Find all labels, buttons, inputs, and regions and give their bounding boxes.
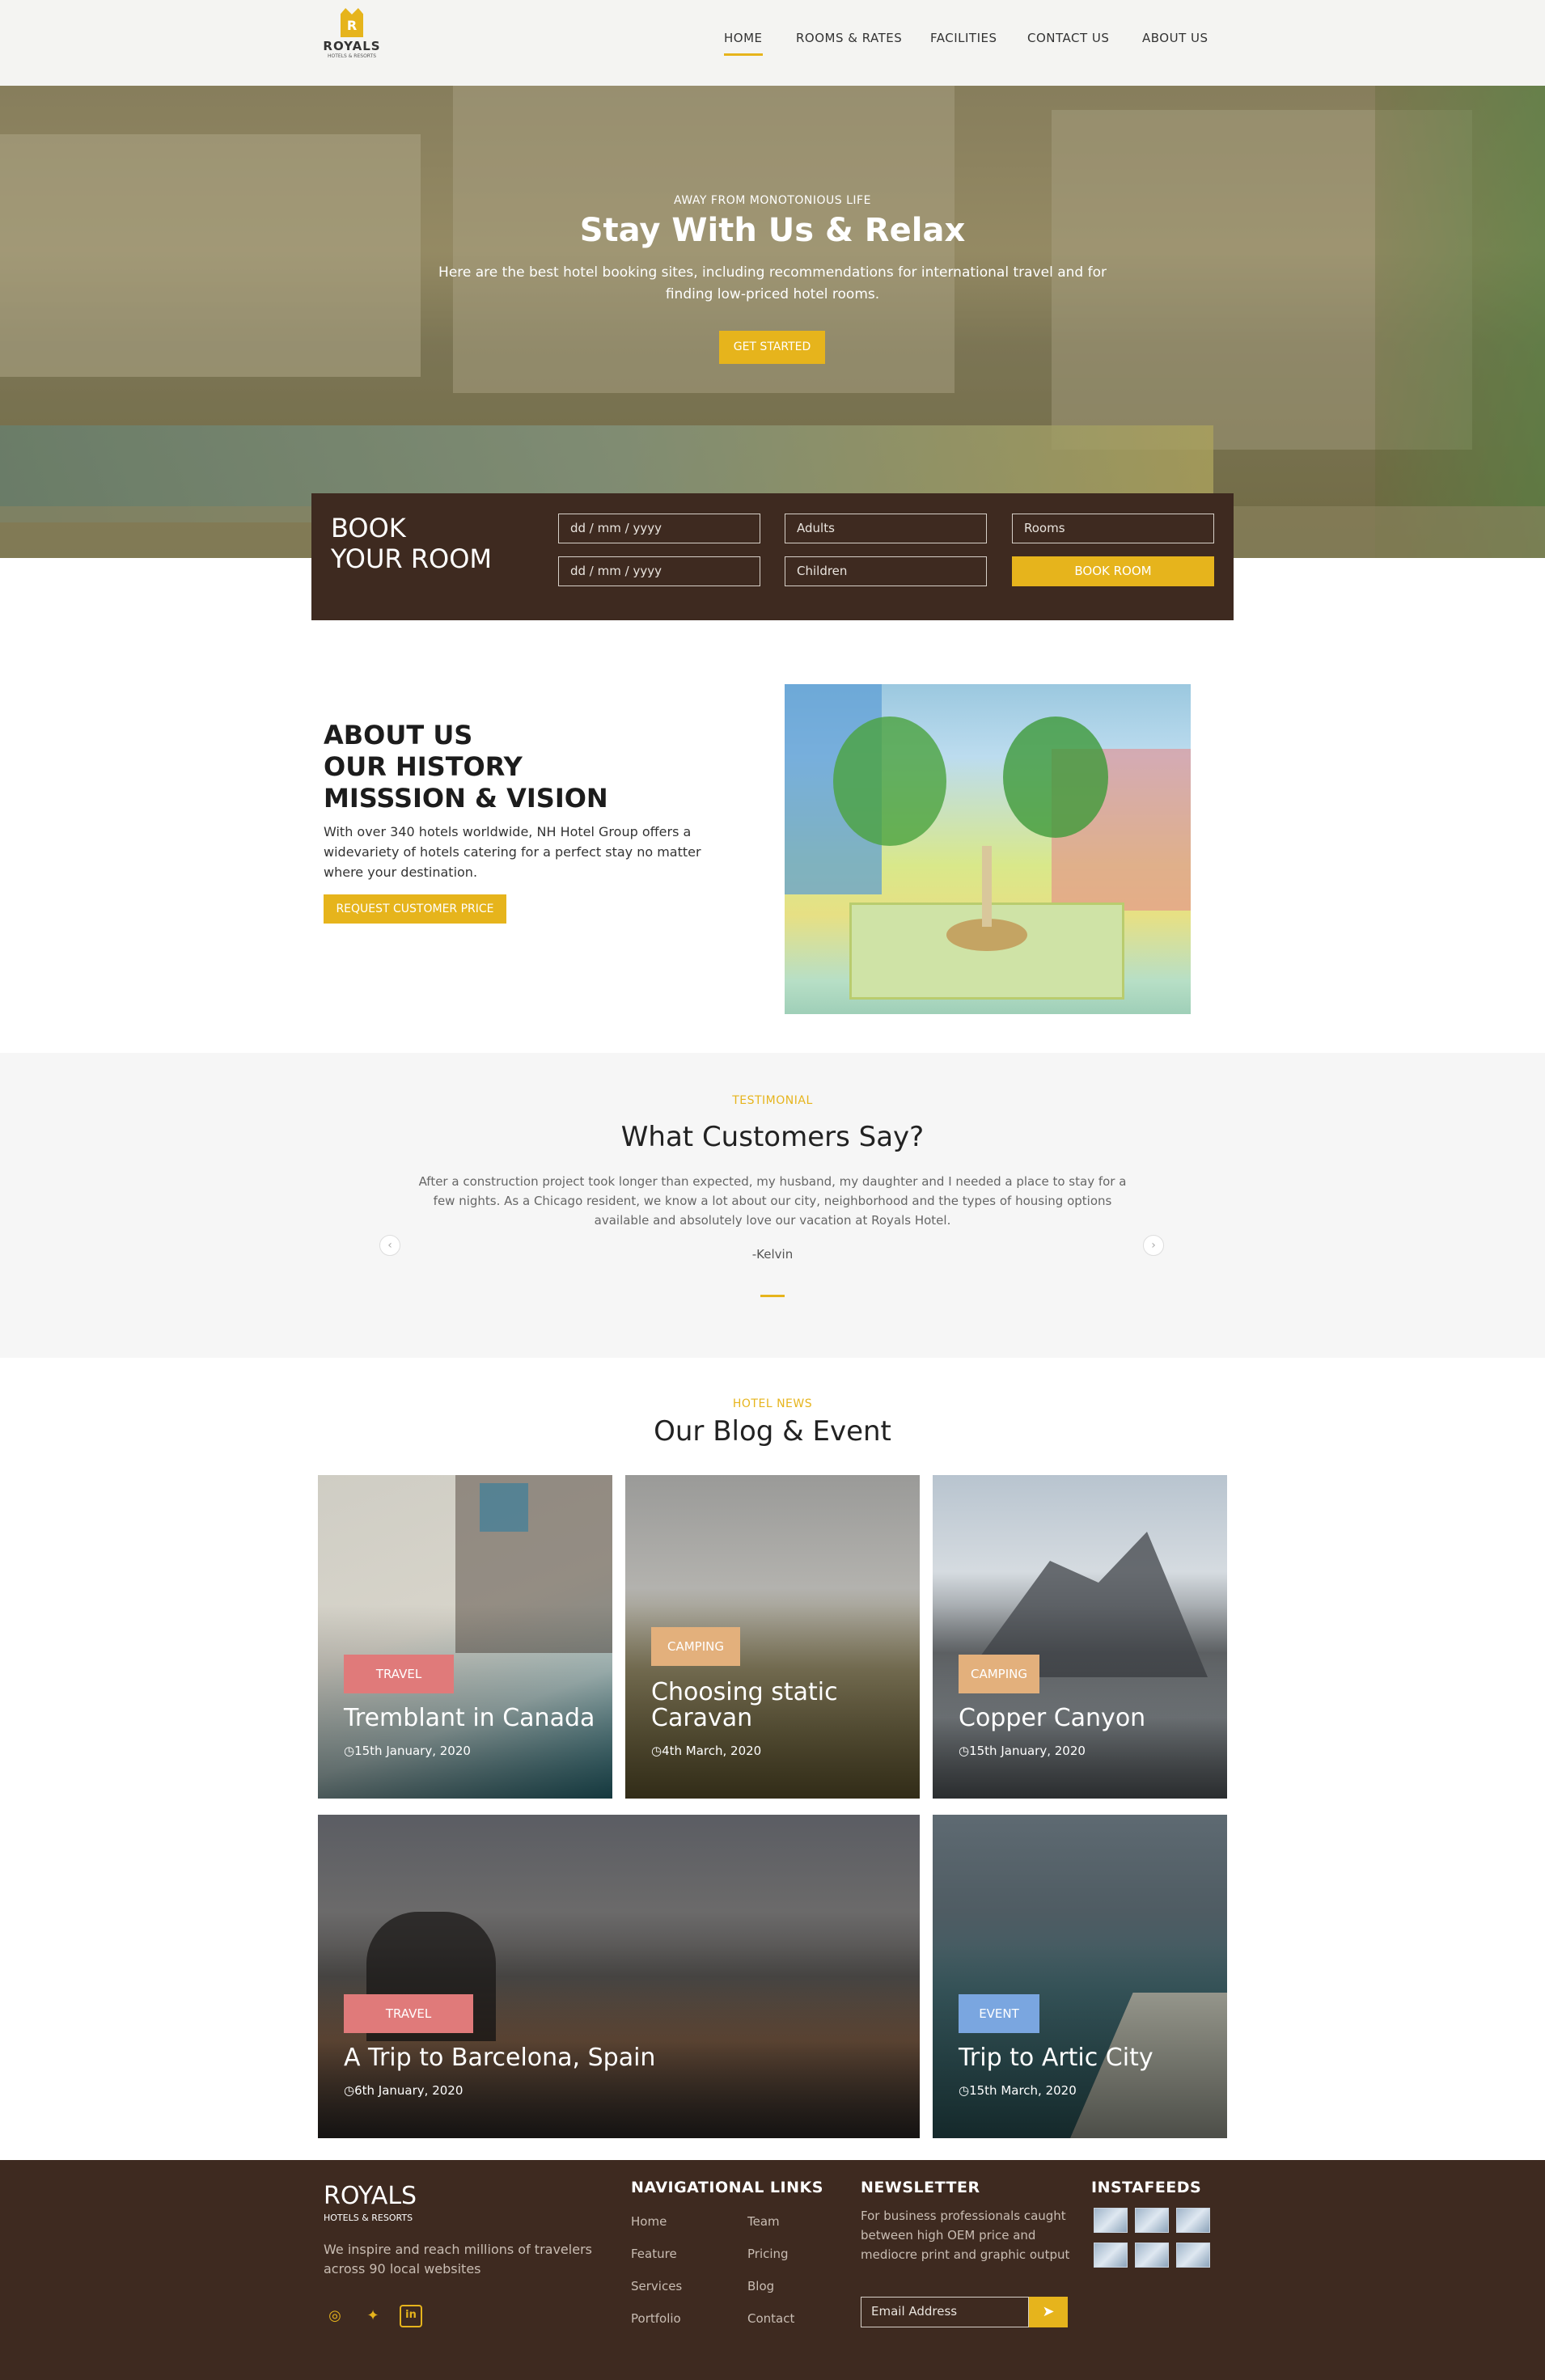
logo-name: ROYALS — [323, 39, 381, 53]
insta-thumb[interactable] — [1094, 2208, 1128, 2233]
hero-kicker: AWAY FROM MONOTONIOUS LIFE — [674, 194, 871, 207]
clock-icon: ◷ — [959, 1744, 970, 1758]
clock-icon: ◷ — [959, 2083, 970, 2098]
logo[interactable]: R ROYALS HOTELS & RESORTS — [322, 8, 382, 65]
nav-home[interactable]: HOME — [724, 31, 763, 56]
crown-icon: R — [341, 8, 363, 37]
footer-brand: ROYALS — [324, 2182, 417, 2210]
blog-card-date: ◷15th March, 2020 — [959, 2083, 1077, 2098]
footer-link-team[interactable]: Team — [747, 2214, 780, 2229]
next-arrow-icon[interactable]: › — [1143, 1235, 1164, 1256]
carousel-indicator[interactable] — [760, 1295, 785, 1297]
nav-contact-us[interactable]: CONTACT US — [1027, 31, 1109, 45]
insta-thumb[interactable] — [1135, 2243, 1169, 2268]
blog-card-title: A Trip to Barcelona, Spain — [344, 2044, 656, 2072]
blog-card[interactable]: CAMPING Copper Canyon ◷15th January, 202… — [933, 1475, 1227, 1799]
footer-link-pricing[interactable]: Pricing — [747, 2247, 789, 2261]
blog-card[interactable]: TRAVEL Tremblant in Canada ◷15th January… — [318, 1475, 612, 1799]
insta-thumb[interactable] — [1176, 2208, 1210, 2233]
footer-tagline: We inspire and reach millions of travele… — [324, 2242, 592, 2276]
testimonial-title: What Customers Say? — [620, 1121, 925, 1153]
blog-card-title: Choosing static Caravan — [651, 1678, 838, 1732]
footer-link-contact[interactable]: Contact — [747, 2311, 794, 2326]
blog-card-date: ◷15th January, 2020 — [344, 1744, 471, 1758]
newsletter-description: For business professionals caught betwee… — [861, 2209, 1070, 2262]
footer-link-feature[interactable]: Feature — [631, 2247, 677, 2261]
blog-card[interactable]: CAMPING Choosing static Caravan ◷4th Mar… — [625, 1475, 920, 1799]
nav-links-title: NAVIGATIONAL LINKS — [631, 2179, 823, 2196]
site-header — [0, 0, 1545, 86]
blog-tag: EVENT — [959, 1994, 1039, 2033]
blog-card[interactable]: EVENT Trip to Artic City ◷15th March, 20… — [933, 1815, 1227, 2138]
blog-card-title: Trip to Artic City — [959, 2044, 1153, 2072]
footer-link-home[interactable]: Home — [631, 2214, 667, 2229]
insta-thumb[interactable] — [1094, 2243, 1128, 2268]
linkedin-icon[interactable]: in — [400, 2305, 422, 2327]
about-heading: ABOUT US OUR HISTORY MISSSION & VISION — [324, 720, 608, 814]
newsletter-email-input[interactable]: Email Address — [861, 2297, 1029, 2327]
newsletter-title: NEWSLETTER — [861, 2179, 980, 2196]
rooms-input[interactable]: Rooms — [1012, 514, 1214, 543]
blog-kicker: HOTEL NEWS — [732, 1397, 813, 1410]
blog-card-title: Copper Canyon — [959, 1704, 1146, 1732]
insta-thumb[interactable] — [1176, 2243, 1210, 2268]
logo-subtitle: HOTELS & RESORTS — [327, 53, 377, 59]
blog-title: Our Blog & Event — [654, 1415, 891, 1448]
blog-tag: TRAVEL — [344, 1994, 473, 2033]
nav-rooms-rates[interactable]: ROOMS & RATES — [796, 31, 902, 45]
about-image — [785, 684, 1191, 1014]
hero-title: Stay With Us & Relax — [579, 212, 966, 249]
about-description: With over 340 hotels worldwide, NH Hotel… — [324, 824, 701, 880]
blog-card-date: ◷6th January, 2020 — [344, 2083, 464, 2098]
adults-input[interactable]: Adults — [785, 514, 987, 543]
get-started-button[interactable]: GET STARTED — [719, 331, 825, 364]
instafeeds-title: INSTAFEEDS — [1091, 2179, 1202, 2196]
footer-link-blog[interactable]: Blog — [747, 2279, 774, 2293]
blog-card-date: ◷15th January, 2020 — [959, 1744, 1086, 1758]
book-room-button[interactable]: BOOK ROOM — [1012, 556, 1214, 586]
footer-link-portfolio[interactable]: Portfolio — [631, 2311, 681, 2326]
hero-description: Here are the best hotel booking sites, i… — [438, 264, 1107, 302]
blog-card-title: Tremblant in Canada — [344, 1704, 595, 1732]
nav-facilities[interactable]: FACILITIES — [930, 31, 997, 45]
blog-tag: CAMPING — [651, 1627, 740, 1666]
insta-thumb[interactable] — [1135, 2208, 1169, 2233]
clock-icon: ◷ — [344, 1744, 355, 1758]
nav-about-us[interactable]: ABOUT US — [1142, 31, 1208, 45]
blog-tag: CAMPING — [959, 1655, 1039, 1693]
blog-card[interactable]: TRAVEL A Trip to Barcelona, Spain ◷6th J… — [318, 1815, 920, 2138]
request-price-button[interactable]: REQUEST CUSTOMER PRICE — [324, 894, 506, 924]
clock-icon: ◷ — [344, 2083, 355, 2098]
children-input[interactable]: Children — [785, 556, 987, 586]
testimonial-author: -Kelvin — [751, 1247, 794, 1262]
checkin-date-input[interactable]: dd / mm / yyyy — [558, 514, 760, 543]
blog-tag: TRAVEL — [344, 1655, 454, 1693]
clock-icon: ◷ — [651, 1744, 662, 1758]
instagram-icon[interactable]: ◎ — [323, 2305, 347, 2329]
booking-panel: BOOK YOUR ROOM dd / mm / yyyy dd / mm / y… — [311, 493, 1234, 620]
twitter-icon[interactable]: ✦ — [361, 2305, 385, 2329]
prev-arrow-icon[interactable]: ‹ — [379, 1235, 400, 1256]
booking-title: BOOK YOUR ROOM — [331, 513, 493, 574]
paper-plane-icon[interactable]: ➤ — [1029, 2297, 1068, 2327]
blog-card-date: ◷4th March, 2020 — [651, 1744, 762, 1758]
hero-banner — [0, 86, 1545, 558]
testimonial-quote: After a construction project took longer… — [418, 1174, 1127, 1228]
checkout-date-input[interactable]: dd / mm / yyyy — [558, 556, 760, 586]
testimonial-kicker: TESTIMONIAL — [732, 1094, 813, 1107]
footer-brand-subtitle: HOTELS & RESORTS — [324, 2213, 413, 2223]
footer-link-services[interactable]: Services — [631, 2279, 682, 2293]
